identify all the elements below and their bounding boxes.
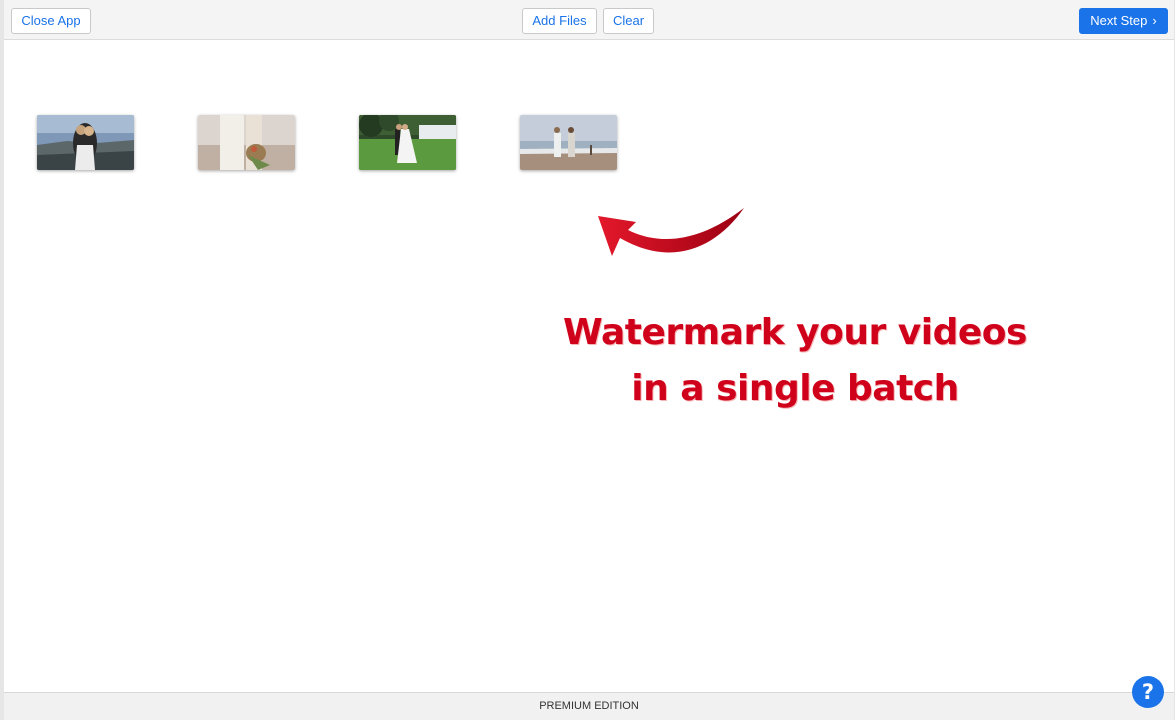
video-thumbnail[interactable] [37,115,134,170]
help-button[interactable]: ? [1132,676,1164,708]
clear-button[interactable]: Clear [603,8,654,34]
question-mark-icon: ? [1141,680,1155,704]
top-toolbar: Close App Add Files Clear Next Step › [4,0,1174,40]
curved-arrow-icon [598,208,744,256]
edition-footer: PREMIUM EDITION [4,692,1174,720]
close-app-button[interactable]: Close App [11,8,91,34]
video-thumbnail[interactable] [359,115,456,170]
chevron-right-icon: › [1152,13,1157,28]
add-files-button[interactable]: Add Files [522,8,597,34]
video-thumbnail[interactable] [198,115,295,170]
promo-line-2: in a single batch [631,368,959,409]
next-step-label: Next Step [1090,13,1148,28]
promo-line-1: Watermark your videos [563,312,1027,353]
edition-label: PREMIUM EDITION [539,700,639,712]
video-thumbnail[interactable] [520,115,617,170]
next-step-button[interactable]: Next Step › [1079,8,1168,34]
promo-text: Watermark your videos in a single batch [540,305,1050,417]
